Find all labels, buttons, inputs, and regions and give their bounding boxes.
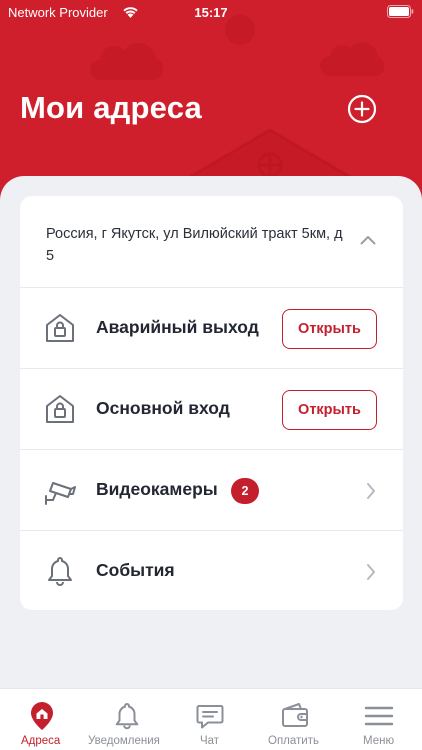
tab-notifications[interactable]: Уведомления — [84, 689, 170, 750]
bell-icon — [115, 703, 139, 730]
events-row[interactable]: События — [20, 531, 403, 610]
tab-label: Уведомления — [88, 735, 160, 747]
chat-icon — [196, 705, 224, 729]
open-door-button[interactable]: Открыть — [282, 309, 377, 349]
lock-house-icon — [46, 314, 74, 342]
address-text: Россия, г Якутск, ул Вилюйский тракт 5км… — [46, 226, 343, 264]
chevron-right-icon — [367, 564, 375, 580]
open-door-button[interactable]: Открыть — [282, 390, 377, 430]
door-row-emergency-exit: Аварийный выход Открыть — [20, 288, 403, 369]
row-label: События — [96, 560, 175, 580]
tab-menu[interactable]: Меню — [338, 689, 422, 750]
menu-icon — [364, 706, 394, 726]
camera-icon — [45, 482, 76, 505]
cameras-count-badge: 2 — [231, 478, 259, 504]
lock-house-icon — [46, 395, 74, 423]
tab-bar: Адреса Уведомления Чат Оплатить Меню — [0, 688, 422, 750]
address-card: Россия, г Якутск, ул Вилюйский тракт 5км… — [20, 196, 403, 610]
tab-label: Чат — [200, 735, 220, 747]
battery-icon — [387, 5, 414, 18]
bell-icon — [48, 557, 72, 586]
tab-label: Адреса — [21, 735, 61, 747]
status-bar: Network Provider 15:17 — [0, 0, 422, 26]
chevron-right-icon — [367, 483, 375, 499]
tab-label: Меню — [363, 735, 395, 747]
tab-chat[interactable]: Чат — [170, 689, 252, 750]
add-address-button[interactable] — [347, 94, 377, 124]
tab-pay[interactable]: Оплатить — [252, 689, 338, 750]
tab-addresses[interactable]: Адреса — [0, 689, 84, 750]
row-label: Аварийный выход — [96, 317, 259, 337]
address-card-header[interactable]: Россия, г Якутск, ул Вилюйский тракт 5км… — [20, 196, 403, 288]
row-label: Основной вход — [96, 398, 230, 418]
chevron-up-icon[interactable] — [360, 235, 376, 245]
cameras-row[interactable]: Видеокамеры 2 — [20, 450, 403, 531]
row-label: Видеокамеры — [96, 479, 218, 499]
door-row-main-entrance: Основной вход Открыть — [20, 369, 403, 450]
home-pin-icon — [31, 702, 53, 730]
status-time: 15:17 — [194, 5, 228, 20]
tab-label: Оплатить — [268, 735, 319, 747]
main-sheet: Россия, г Якутск, ул Вилюйский тракт 5км… — [0, 176, 422, 696]
wallet-icon — [282, 703, 308, 727]
page-title: Мои адреса — [20, 90, 202, 125]
